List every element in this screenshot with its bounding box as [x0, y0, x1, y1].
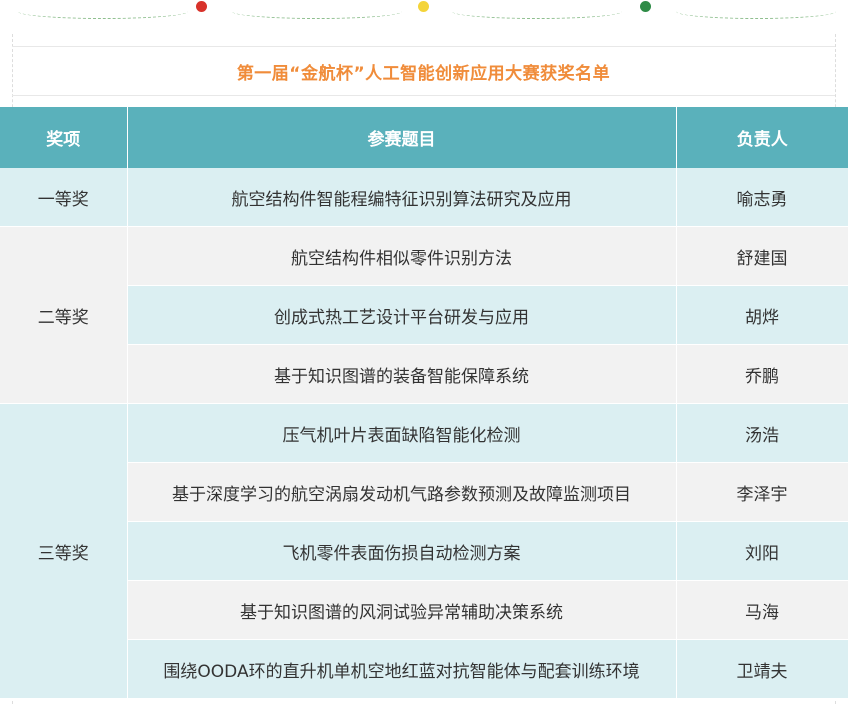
header-topic: 参赛题目 — [127, 107, 677, 168]
table-row: 三等奖 压气机叶片表面缺陷智能化检测 汤浩 — [0, 403, 848, 699]
leader-cell: 马海 — [676, 580, 848, 640]
award-second-prize: 二等奖 — [0, 226, 128, 404]
topic-cell: 基于深度学习的航空涡扇发动机气路参数预测及故障监测项目 — [127, 462, 677, 522]
award-first-prize: 一等奖 — [0, 168, 128, 227]
green-dot-ornament — [640, 1, 651, 12]
leader-cell: 卫靖夫 — [676, 639, 848, 699]
topic-cell: 基于知识图谱的风洞试验异常辅助决策系统 — [127, 580, 677, 640]
topic-cell: 创成式热工艺设计平台研发与应用 — [127, 285, 677, 345]
topic-cell: 围绕OODA环的直升机单机空地红蓝对抗智能体与配套训练环境 — [127, 639, 677, 699]
yellow-dot-ornament — [418, 1, 429, 12]
red-dot-ornament — [196, 1, 207, 12]
topic-cell: 压气机叶片表面缺陷智能化检测 — [127, 403, 677, 463]
table-row: 基于深度学习的航空涡扇发动机气路参数预测及故障监测项目 李泽宇 — [0, 462, 848, 522]
leader-cell: 汤浩 — [676, 403, 848, 463]
awards-table: 奖项 参赛题目 负责人 一等奖 航空结构件智能程编特征识别算法研究及应用 喻志勇… — [0, 107, 848, 699]
top-decoration — [0, 0, 848, 24]
table-header-row: 奖项 参赛题目 负责人 — [0, 107, 848, 168]
leader-cell: 胡烨 — [676, 285, 848, 345]
table-row: 围绕OODA环的直升机单机空地红蓝对抗智能体与配套训练环境 卫靖夫 — [0, 639, 848, 699]
table-row: 二等奖 航空结构件相似零件识别方法 舒建国 — [0, 226, 848, 404]
award-third-prize: 三等奖 — [0, 403, 128, 699]
title-banner: 第一届“金航杯”人工智能创新应用大赛获奖名单 — [12, 46, 835, 96]
page-title: 第一届“金航杯”人工智能创新应用大赛获奖名单 — [236, 63, 611, 84]
topic-cell: 航空结构件相似零件识别方法 — [127, 226, 677, 286]
leader-cell: 喻志勇 — [676, 168, 848, 227]
leader-cell: 舒建国 — [676, 226, 848, 286]
table-row: 一等奖 航空结构件智能程编特征识别算法研究及应用 喻志勇 — [0, 168, 848, 227]
leader-cell: 乔鹏 — [676, 344, 848, 404]
topic-cell: 基于知识图谱的装备智能保障系统 — [127, 344, 677, 404]
table-row: 基于知识图谱的装备智能保障系统 乔鹏 — [0, 344, 848, 404]
table-row: 飞机零件表面伤损自动检测方案 刘阳 — [0, 521, 848, 581]
leader-cell: 李泽宇 — [676, 462, 848, 522]
topic-cell: 飞机零件表面伤损自动检测方案 — [127, 521, 677, 581]
header-award: 奖项 — [0, 107, 128, 168]
header-leader: 负责人 — [676, 107, 848, 168]
dashed-garland — [232, 4, 402, 19]
dashed-garland — [452, 4, 622, 19]
dashed-garland — [676, 4, 836, 19]
topic-cell: 航空结构件智能程编特征识别算法研究及应用 — [127, 168, 677, 227]
dashed-garland — [18, 4, 188, 19]
table-row: 创成式热工艺设计平台研发与应用 胡烨 — [0, 285, 848, 345]
leader-cell: 刘阳 — [676, 521, 848, 581]
table-row: 基于知识图谱的风洞试验异常辅助决策系统 马海 — [0, 580, 848, 640]
